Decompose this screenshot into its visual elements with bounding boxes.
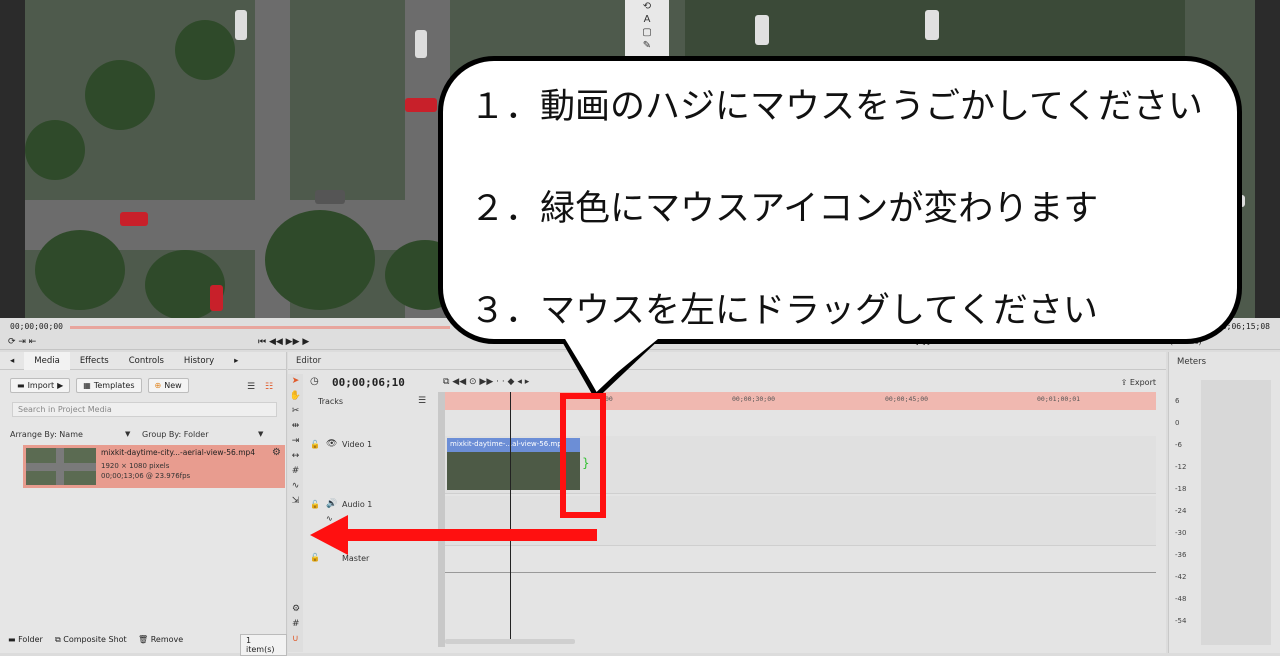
db-label: -6 (1175, 441, 1182, 449)
folder-icon: ▬ (17, 381, 25, 390)
media-panel: ◂ Media Effects Controls History ▸ ▬ Impo… (0, 351, 287, 656)
grid-icon[interactable]: # (292, 619, 300, 629)
callout-step-3: ３．マウスを左にドラッグしてください (470, 291, 1098, 331)
ripple-tool-icon[interactable]: ⇥ (288, 434, 303, 449)
master-line (445, 572, 1156, 573)
tab-scroll-left[interactable]: ◂ (0, 352, 24, 370)
db-label: -36 (1175, 551, 1187, 559)
editor-timecode: 00;00;06;10 (332, 376, 405, 389)
media-name: mixkit-daytime-city...-aerial-view-56.mp… (101, 448, 256, 457)
tracks-label: Tracks (318, 397, 344, 406)
media-toolbar: ▬ Import ▶ ▦ Templates ⊕ New (10, 378, 189, 393)
arrange-by-select[interactable]: Arrange By: Name (10, 430, 83, 439)
highlight-box (560, 393, 606, 518)
tab-media[interactable]: Media (24, 351, 70, 370)
export-tool-icon[interactable]: ⇲ (288, 494, 303, 509)
media-resolution: 1920 × 1080 pixels (101, 462, 170, 470)
gear-icon[interactable]: ⚙ (272, 447, 281, 458)
audio-track-label: Audio 1 (342, 500, 373, 509)
callout-step-1: １．動画のハジにマウスをうごかしてください (470, 87, 1203, 127)
callout-step-2: ２．緑色にマウスアイコンが変わります (470, 189, 1099, 229)
text-tool-icon[interactable]: A (625, 13, 669, 26)
templates-button[interactable]: ▦ Templates (76, 378, 142, 393)
video-track-header: 🔓 👁 Video 1 (306, 438, 440, 494)
chevron-down-icon[interactable]: ▼ (125, 430, 130, 438)
chevron-down-icon[interactable]: ▼ (258, 430, 263, 438)
clock-icon: ◷ (310, 376, 319, 387)
media-thumbnail (26, 448, 96, 485)
tab-history[interactable]: History (174, 352, 224, 370)
loop-icon[interactable]: ⟳ ⇥ ⇤ (8, 337, 36, 347)
db-label: -48 (1175, 595, 1187, 603)
slip-tool-icon[interactable]: ⇹ (288, 419, 303, 434)
tab-scroll-right[interactable]: ▸ (224, 352, 248, 370)
left-panel-tabs: ◂ Media Effects Controls History ▸ (0, 351, 286, 370)
master-track-label: Master (342, 554, 370, 563)
import-button[interactable]: ▬ Import ▶ (10, 378, 71, 393)
grid-view-icon[interactable]: ☷ (265, 382, 273, 392)
media-search-input[interactable]: Search in Project Media (12, 402, 277, 417)
viewer-timecode: 00;00;00;00 (10, 322, 63, 331)
razor-tool-icon[interactable]: ✂ (288, 404, 303, 419)
crop-icon[interactable]: ▢ (625, 26, 669, 39)
db-label: -24 (1175, 507, 1187, 515)
grid-tool-icon[interactable]: # (288, 464, 303, 479)
horizontal-scrollbar[interactable] (445, 639, 575, 644)
drag-arrow-head (310, 515, 348, 555)
db-label: -42 (1175, 573, 1187, 581)
eye-icon[interactable]: 👁 (326, 439, 337, 449)
master-track-header: 🔓 Master (306, 552, 440, 582)
viewer-scrub-bar[interactable] (70, 326, 450, 329)
tracks-menu-icon[interactable]: ☰ (418, 396, 426, 406)
new-button[interactable]: ⊕ New (147, 378, 189, 393)
db-label: -12 (1175, 463, 1187, 471)
tab-editor[interactable]: Editor (296, 356, 321, 366)
add-folder-button[interactable]: ▬ Folder (8, 635, 43, 644)
templates-icon: ▦ (83, 381, 91, 390)
db-label: -18 (1175, 485, 1187, 493)
lock-icon[interactable]: 🔓 (310, 440, 320, 449)
speaker-icon[interactable]: 🔊 (326, 499, 337, 509)
lock-icon[interactable]: 🔓 (310, 500, 320, 509)
db-label: 0 (1175, 419, 1180, 427)
viewer-tool-strip: ⟲ A ▢ ✎ (625, 0, 669, 58)
tab-effects[interactable]: Effects (70, 352, 119, 370)
select-tool-icon[interactable]: ➤ (288, 374, 303, 389)
rotate-icon[interactable]: ⟲ (625, 0, 669, 13)
db-label: -30 (1175, 529, 1187, 537)
video-track-label: Video 1 (342, 440, 373, 449)
audio-meter (1201, 380, 1271, 645)
list-view-icon[interactable]: ☰ (247, 382, 255, 392)
transport-controls[interactable]: ⏮ ◀◀ ▶▶ ▶ (258, 337, 309, 347)
plus-icon: ⊕ (154, 381, 162, 390)
remove-button[interactable]: 🗑 Remove (138, 635, 183, 644)
media-list-item[interactable]: mixkit-daytime-city...-aerial-view-56.mp… (23, 445, 285, 488)
tab-controls[interactable]: Controls (119, 352, 174, 370)
roll-tool-icon[interactable]: ↔ (288, 449, 303, 464)
chevron-right-icon: ▶ (57, 381, 64, 390)
magnet-icon[interactable]: ∪ (292, 634, 299, 644)
pen-icon[interactable]: ✎ (625, 39, 669, 52)
group-by-select[interactable]: Group By: Folder (142, 430, 209, 439)
instruction-callout: １．動画のハジにマウスをうごかしてください ２．緑色にマウスアイコンが変わります… (438, 56, 1242, 399)
settings-icon[interactable]: ⚙ (292, 604, 300, 614)
media-duration: 00;00;13;06 @ 23.976fps (101, 472, 191, 480)
hand-tool-icon[interactable]: ✋ (288, 389, 303, 404)
curve-tool-icon[interactable]: ∿ (288, 479, 303, 494)
db-label: -54 (1175, 617, 1187, 625)
drag-arrow-shaft (345, 529, 597, 541)
composite-shot-button[interactable]: ⧉ Composite Shot (55, 635, 127, 645)
media-footer: ▬ Folder ⧉ Composite Shot 🗑 Remove 1 ite… (0, 632, 287, 656)
playhead[interactable] (510, 392, 511, 642)
